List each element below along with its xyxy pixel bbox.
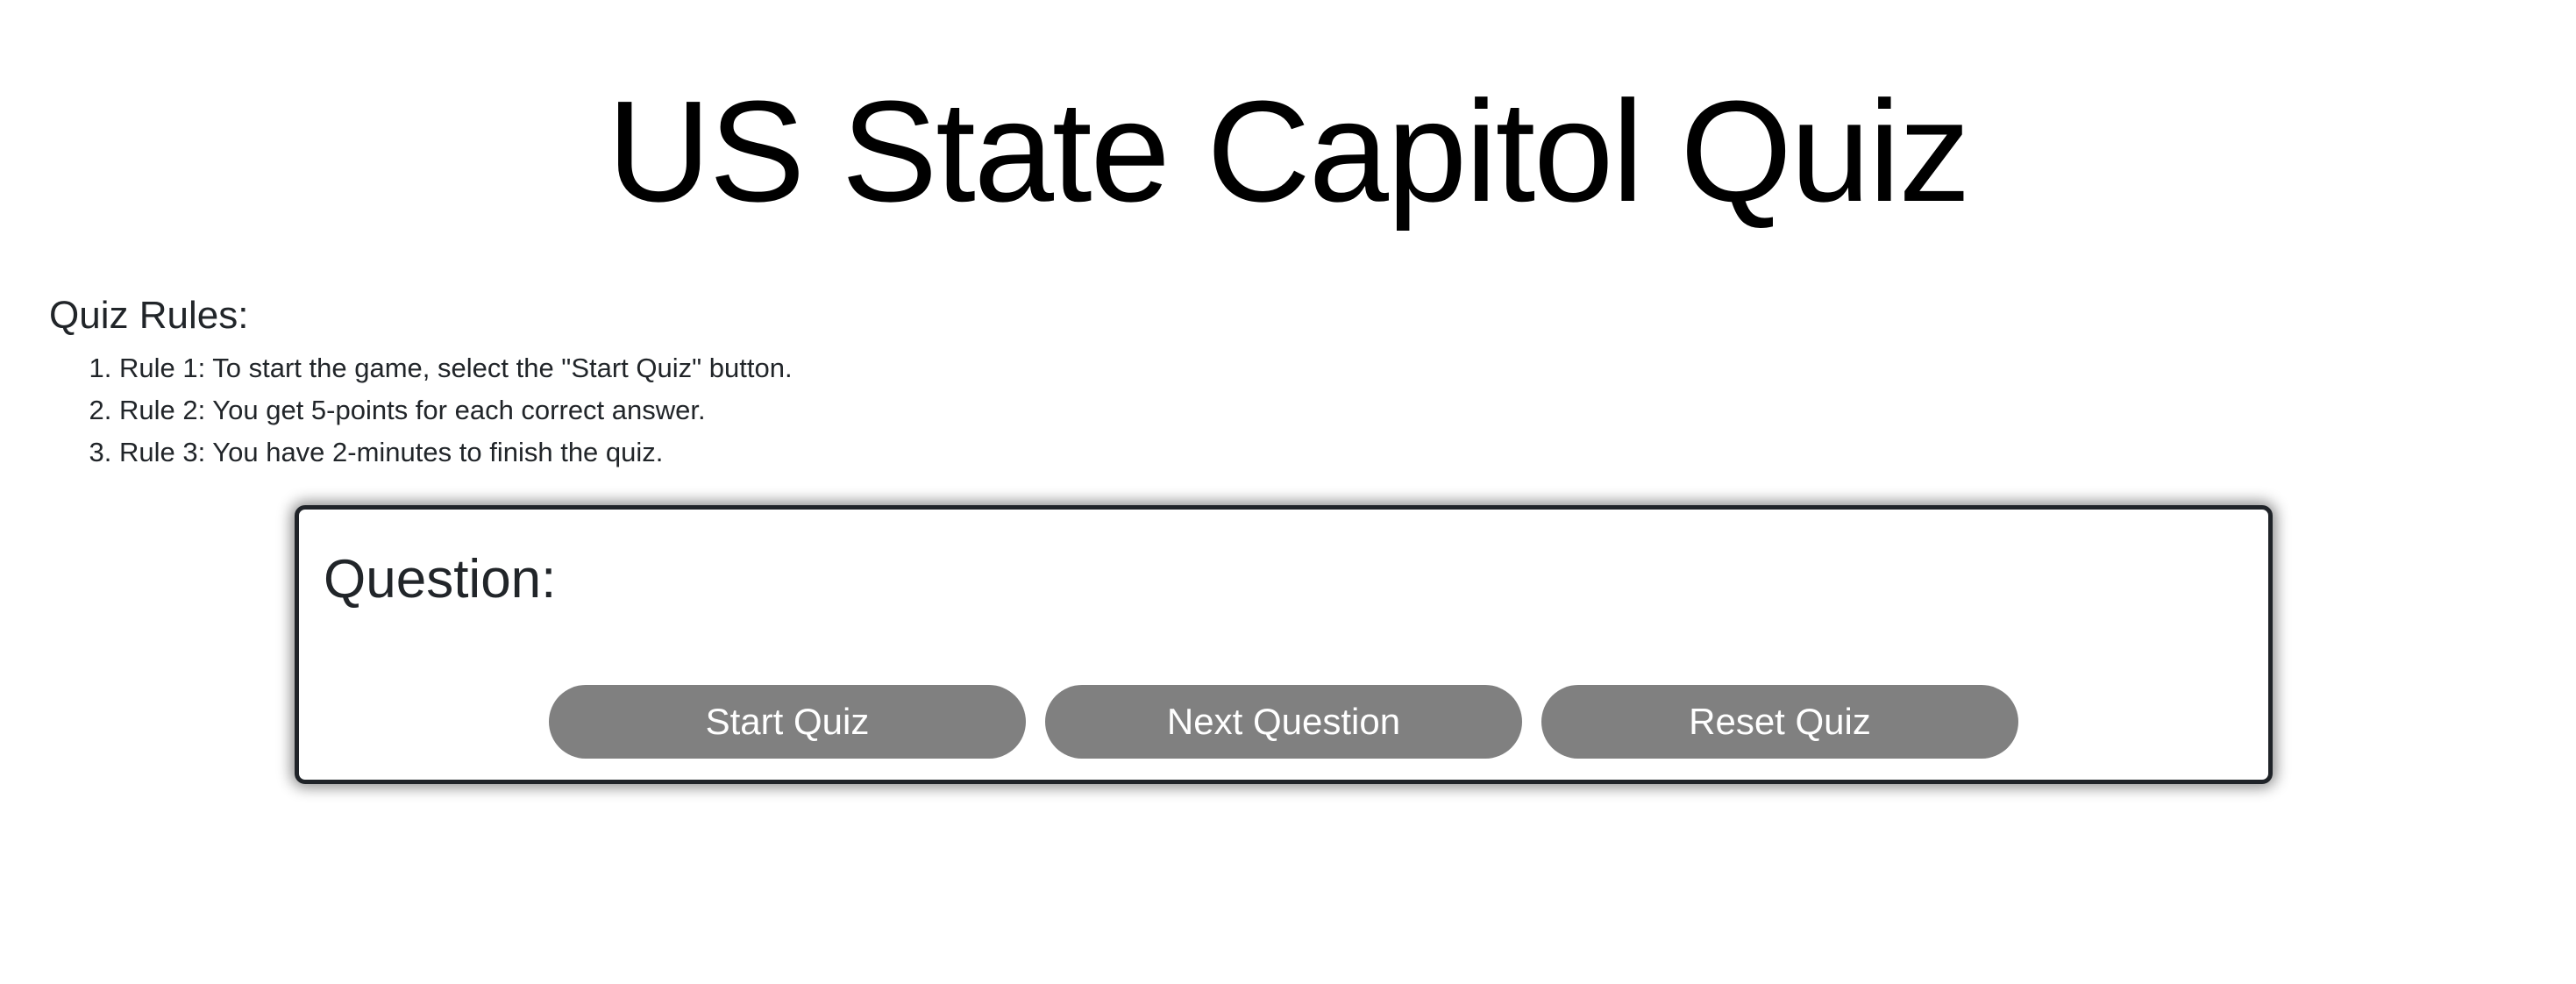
rules-list: Rule 1: To start the game, select the "S…: [49, 347, 1277, 474]
rule-item: Rule 2: You get 5-points for each correc…: [119, 389, 1277, 431]
quiz-rules-section: Quiz Rules: Rule 1: To start the game, s…: [49, 289, 1277, 474]
quiz-card: Question: Start Quiz Next Question Reset…: [295, 505, 2273, 784]
reset-quiz-button[interactable]: Reset Quiz: [1541, 685, 2018, 759]
page-title: US State Capitol Quiz: [607, 71, 1970, 232]
question-heading: Question:: [324, 549, 557, 610]
rule-item: Rule 1: To start the game, select the "S…: [119, 347, 1277, 389]
start-quiz-button[interactable]: Start Quiz: [549, 685, 1026, 759]
quiz-button-group: Start Quiz Next Question Reset Quiz: [299, 685, 2268, 759]
next-question-button[interactable]: Next Question: [1045, 685, 1522, 759]
rules-heading: Quiz Rules:: [49, 294, 249, 337]
page: US State Capitol Quiz Quiz Rules: Rule 1…: [0, 0, 2576, 984]
rule-item: Rule 3: You have 2-minutes to finish the…: [119, 431, 1277, 474]
